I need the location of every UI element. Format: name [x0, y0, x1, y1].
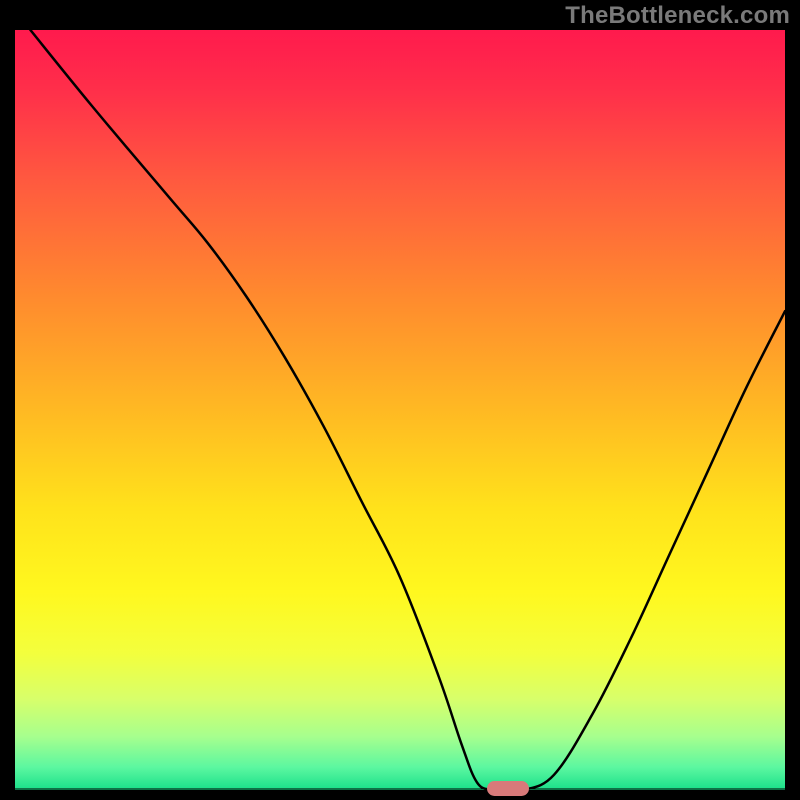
watermark-text: TheBottleneck.com — [565, 2, 790, 30]
chart-frame: TheBottleneck.com — [0, 0, 800, 800]
bottleneck-chart — [15, 30, 785, 790]
optimal-point-marker — [487, 781, 529, 796]
gradient-backdrop — [15, 30, 785, 790]
